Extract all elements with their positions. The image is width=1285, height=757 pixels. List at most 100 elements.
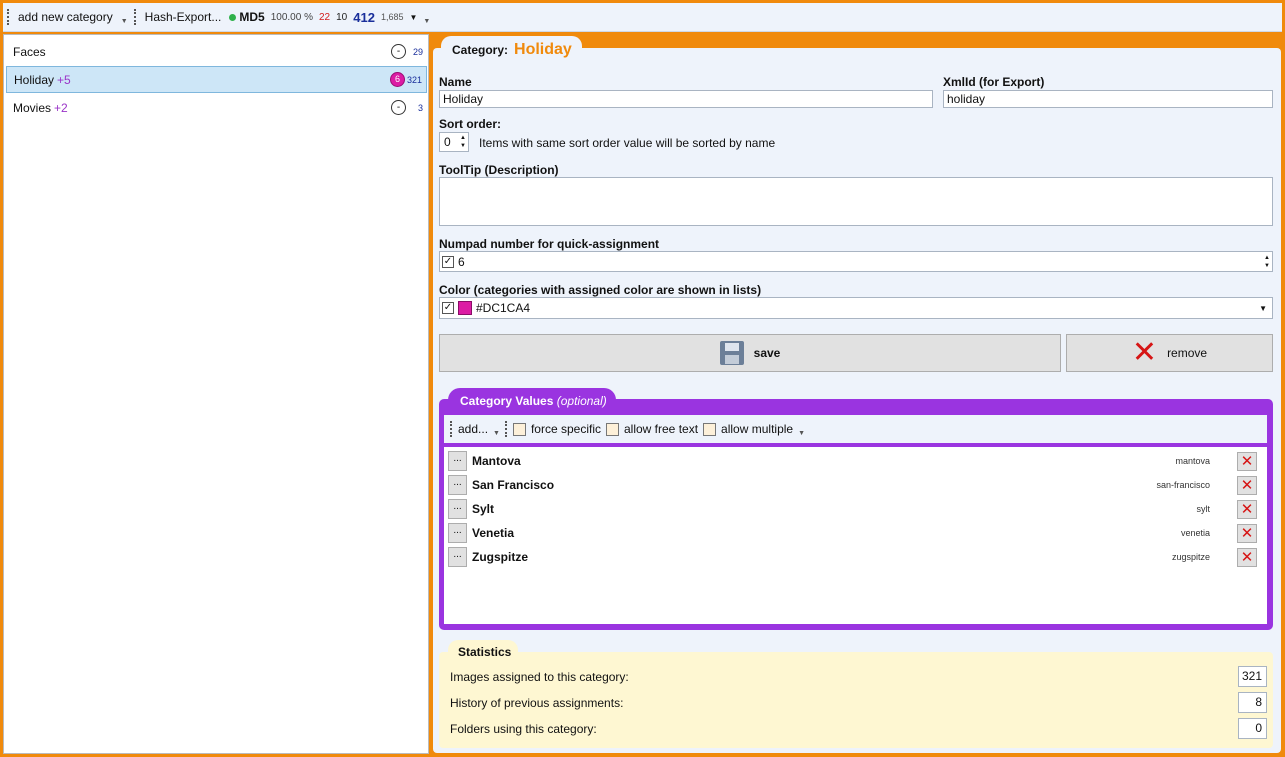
chevron-down-icon[interactable]: ▼ xyxy=(798,430,805,437)
sort-order-hint: Items with same sort order value will be… xyxy=(479,136,776,150)
spin-arrows-icon[interactable]: ▲ ▼ xyxy=(460,134,466,150)
list-item[interactable]: ... San Francisco san-francisco ✕ xyxy=(448,474,1263,496)
stat-value: 8 xyxy=(1238,692,1267,713)
save-button[interactable]: save xyxy=(439,334,1061,372)
list-item[interactable]: Faces - 29 xyxy=(6,38,427,65)
remove-button[interactable]: ✕ remove xyxy=(1066,334,1273,372)
count-blue: 412 xyxy=(353,9,375,25)
category-plus: +2 xyxy=(54,100,68,115)
numpad-checkbox[interactable]: ✓ xyxy=(442,255,454,268)
delete-value-button[interactable]: ✕ xyxy=(1237,475,1257,495)
count-dark: 10 xyxy=(336,11,348,23)
sort-order-label: Sort order: xyxy=(439,117,502,131)
category-name: Holiday xyxy=(14,72,55,87)
statistics-title: Statistics xyxy=(448,640,518,662)
category-plus: +5 xyxy=(57,72,71,87)
color-label: Color (categories with assigned color ar… xyxy=(439,283,762,297)
allow-free-text-checkbox[interactable] xyxy=(606,422,619,436)
value-xml: zugspitze xyxy=(1171,552,1210,562)
force-specific-checkbox[interactable] xyxy=(512,422,526,436)
xmlid-label: XmlId (for Export) xyxy=(943,75,1045,89)
allow-free-text-label: allow free text xyxy=(624,422,699,436)
edit-value-button[interactable]: ... xyxy=(448,475,467,495)
value-name: Zugspitze xyxy=(472,550,528,564)
value-name: Mantova xyxy=(472,454,521,468)
toolbar-grip[interactable] xyxy=(133,9,137,25)
md5-status[interactable]: MD5 xyxy=(229,10,265,24)
stat-label: History of previous assignments: xyxy=(450,696,624,710)
value-name: Venetia xyxy=(472,526,515,540)
toolbar-grip[interactable] xyxy=(450,421,453,437)
edit-value-button[interactable]: ... xyxy=(448,499,467,519)
category-tab: Category: Holiday xyxy=(441,36,582,64)
edit-value-button[interactable]: ... xyxy=(448,547,467,567)
stat-value: 321 xyxy=(1238,666,1267,687)
add-new-category-button[interactable]: add new category xyxy=(16,8,115,26)
delete-value-button[interactable]: ✕ xyxy=(1237,451,1257,471)
hash-export-button[interactable]: Hash-Export... xyxy=(143,8,224,26)
category-tab-value: Holiday xyxy=(514,41,572,58)
chevron-down-icon[interactable]: ▼ xyxy=(1259,304,1267,313)
allow-multiple-label: allow multiple xyxy=(721,422,794,436)
force-specific-label: force specific xyxy=(530,422,601,436)
category-tab-label: Category: xyxy=(452,43,509,57)
category-values-toolbar: add... ▼ force specific allow free text … xyxy=(444,415,1267,443)
value-xml: san-francisco xyxy=(1156,480,1210,490)
xmlid-field[interactable]: holiday xyxy=(943,90,1273,108)
color-swatch xyxy=(458,301,472,315)
remove-label: remove xyxy=(1167,346,1208,360)
dropdown-arrow-icon[interactable]: ▼ xyxy=(409,13,417,22)
value-name: Sylt xyxy=(472,502,495,516)
numpad-stepper[interactable]: ✓ 6 ▲ ▼ xyxy=(439,251,1273,272)
list-item[interactable]: ... Zugspitze zugspitze ✕ xyxy=(448,546,1263,568)
floppy-disk-icon xyxy=(719,341,744,365)
spin-arrows-icon[interactable]: ▲ ▼ xyxy=(1264,254,1270,270)
name-label: Name xyxy=(439,75,472,89)
color-picker[interactable]: ✓ #DC1CA4 ▼ xyxy=(439,297,1273,319)
value-xml: venetia xyxy=(1180,528,1210,538)
list-item[interactable]: Holiday +5 6 321 xyxy=(6,66,427,93)
add-value-button[interactable]: add... xyxy=(458,422,488,436)
category-list: Faces - 29 Holiday +5 6 321 Movies +2 - … xyxy=(3,34,429,754)
list-item[interactable]: Movies +2 - 3 xyxy=(6,94,427,121)
stat-label: Images assigned to this category: xyxy=(450,670,629,684)
category-name: Faces xyxy=(13,44,46,59)
category-name: Movies xyxy=(13,100,52,115)
count-total: 1,685 xyxy=(380,12,404,22)
category-count: 29 xyxy=(412,46,423,57)
category-badge: - xyxy=(391,44,406,59)
chevron-down-icon[interactable]: ▼ xyxy=(423,18,430,25)
list-item[interactable]: ... Mantova mantova ✕ xyxy=(448,450,1263,472)
delete-value-button[interactable]: ✕ xyxy=(1237,547,1257,567)
name-field[interactable]: Holiday xyxy=(439,90,933,108)
edit-value-button[interactable]: ... xyxy=(448,451,467,471)
edit-value-button[interactable]: ... xyxy=(448,523,467,543)
value-xml: sylt xyxy=(1196,504,1211,514)
toolbar-grip[interactable] xyxy=(504,421,508,437)
stat-value: 0 xyxy=(1238,718,1267,739)
category-badge: 6 xyxy=(390,72,405,87)
toolbar-grip[interactable] xyxy=(7,9,10,25)
stat-label: Folders using this category: xyxy=(450,722,597,736)
md5-label: MD5 xyxy=(239,10,265,24)
chevron-down-icon[interactable]: ▼ xyxy=(121,18,128,25)
tooltip-field[interactable] xyxy=(439,177,1273,226)
category-values-note: (optional) xyxy=(556,394,607,408)
list-item[interactable]: ... Sylt sylt ✕ xyxy=(448,498,1263,520)
save-label: save xyxy=(753,346,781,360)
delete-value-button[interactable]: ✕ xyxy=(1237,523,1257,543)
value-xml: mantova xyxy=(1175,456,1210,466)
percent-text: 100.00 % xyxy=(270,11,313,23)
color-value: #DC1CA4 xyxy=(476,301,531,315)
delete-value-button[interactable]: ✕ xyxy=(1237,499,1257,519)
category-badge: - xyxy=(391,100,406,115)
color-checkbox[interactable]: ✓ xyxy=(442,302,454,314)
allow-multiple-checkbox[interactable] xyxy=(703,422,717,436)
sort-order-value: 0 xyxy=(444,135,451,149)
sort-order-stepper[interactable]: 0 ▲ ▼ xyxy=(439,132,469,152)
close-icon: ✕ xyxy=(1131,336,1158,369)
list-item[interactable]: ... Venetia venetia ✕ xyxy=(448,522,1263,544)
chevron-down-icon[interactable]: ▼ xyxy=(493,430,500,437)
top-toolbar: add new category ▼ Hash-Export... MD5 10… xyxy=(3,3,1282,32)
category-values-tab: Category Values (optional) xyxy=(448,388,616,412)
